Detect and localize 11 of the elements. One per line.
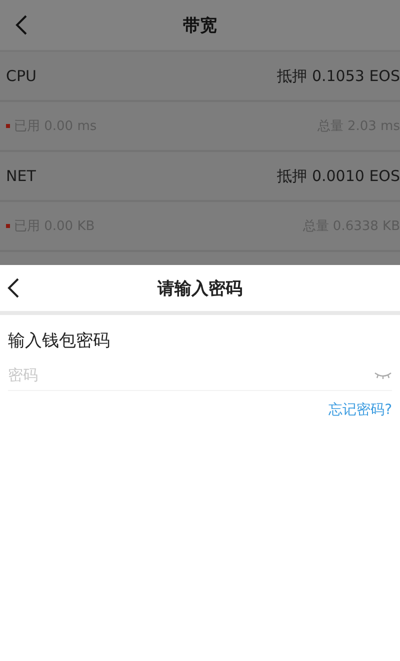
staked-amount: 抵押 0.0010 EOS bbox=[277, 166, 400, 186]
forgot-password-link[interactable]: 忘记密码? bbox=[328, 401, 392, 419]
field-label: 输入钱包密码 bbox=[8, 330, 111, 352]
bullet-icon bbox=[6, 124, 10, 128]
page-title: 带宽 bbox=[183, 14, 217, 36]
dialog-title: 请输入密码 bbox=[158, 278, 242, 300]
resource-name: CPU bbox=[6, 67, 36, 85]
back-icon[interactable] bbox=[6, 277, 20, 299]
bullet-icon bbox=[6, 224, 10, 228]
resource-name: NET bbox=[6, 167, 36, 185]
staked-amount: 抵押 0.1053 EOS bbox=[277, 66, 400, 86]
